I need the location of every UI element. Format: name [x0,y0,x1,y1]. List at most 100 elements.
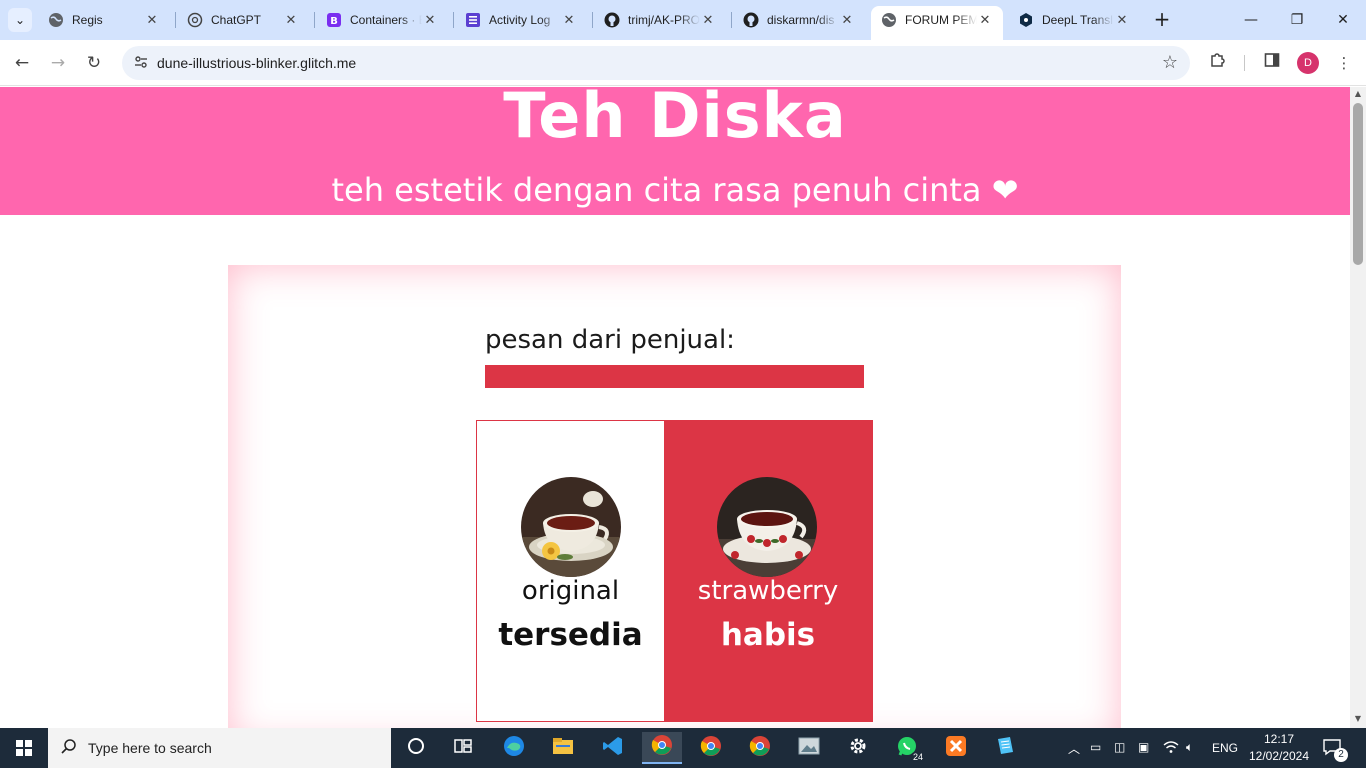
gear-icon [848,736,868,761]
clock-date: 12/02/2024 [1248,749,1310,763]
close-icon[interactable]: ✕ [1114,12,1130,28]
page-scrollbar[interactable]: ▲ ▼ [1350,87,1366,728]
tab-activity-log[interactable]: Activity Log ✕ [455,6,587,34]
notification-center-button[interactable]: 2 [1322,738,1348,762]
profile-avatar[interactable]: D [1297,52,1319,74]
product-name: original [521,576,620,606]
chevron-down-icon: ⌄ [14,13,26,27]
close-icon[interactable]: ✕ [700,12,716,28]
bookmark-star-icon[interactable]: ☆ [1162,52,1178,73]
notepad-app[interactable] [985,732,1025,764]
tab-title: Activity Log [489,13,551,27]
battery-icon[interactable]: ▭ [1090,740,1101,754]
deepl-icon [1018,12,1034,28]
scroll-up-icon[interactable]: ▲ [1350,89,1366,101]
product-status: tersedia [498,617,643,653]
github-icon [743,12,759,28]
tab-regis[interactable]: Regis ✕ [38,6,170,34]
side-panel-button[interactable] [1259,50,1285,76]
new-tab-button[interactable]: + [1150,8,1174,32]
tab-search-button[interactable]: ⌄ [8,8,32,32]
product-strawberry[interactable]: strawberry habis [664,421,872,721]
tab-deepl[interactable]: DeepL Transl ✕ [1008,6,1140,34]
menu-button[interactable]: ⋮ [1331,50,1357,76]
close-icon[interactable]: ✕ [422,12,438,28]
vscode-app[interactable] [593,732,633,764]
page-viewport: Teh Diska teh estetik dengan cita rasa p… [0,87,1350,728]
vscode-icon [602,735,624,762]
chrome-app-active[interactable] [642,732,682,764]
tab-github-ak-pro[interactable]: trimj/AK-PRO ✕ [594,6,726,34]
photos-app[interactable] [789,732,829,764]
close-icon[interactable]: ✕ [839,12,855,28]
page-title: Teh Diska [503,87,847,152]
product-name: strawberry [697,576,839,606]
windows-logo-icon [16,740,32,756]
list-icon [465,12,481,28]
chrome-profile-app-2[interactable] [740,732,780,764]
cortana-icon [407,737,425,760]
tab-chatgpt[interactable]: ChatGPT ✕ [177,6,309,34]
close-icon: ✕ [1337,12,1349,28]
browser-toolbar: ← → ↻ dune-illustrious-blinker.glitch.me… [0,40,1366,86]
close-icon[interactable]: ✕ [144,12,160,28]
whatsapp-app[interactable]: 24 [887,732,927,764]
tab-title: FORUM PEM [905,13,977,27]
settings-app[interactable] [838,732,878,764]
product-original[interactable]: original tersedia [477,421,664,721]
url-text[interactable]: dune-illustrious-blinker.glitch.me [157,55,356,71]
system-clock[interactable]: 12:17 12/02/2024 [1247,731,1311,765]
restore-button[interactable]: ❐ [1274,8,1320,32]
tab-forum-active[interactable]: FORUM PEM ✕ [871,6,1003,40]
xampp-app[interactable] [936,732,976,764]
close-icon[interactable]: ✕ [561,12,577,28]
address-bar[interactable]: dune-illustrious-blinker.glitch.me ☆ [122,46,1190,80]
extensions-button[interactable] [1205,50,1231,76]
tab-title: Containers · Bootstrap [350,13,422,27]
scroll-down-icon[interactable]: ▼ [1350,714,1366,726]
tab-title: ChatGPT [211,13,262,27]
start-button[interactable] [0,728,48,768]
task-view-button[interactable] [443,732,483,764]
tab-github-diskarmn[interactable]: diskarmn/dis ✕ [733,6,865,34]
product-status: habis [720,617,816,653]
edge-icon [503,735,525,762]
file-explorer-app[interactable] [543,732,583,764]
chrome-profile-app[interactable] [691,732,731,764]
arrow-left-icon: ← [14,53,30,73]
tab-title: diskarmn/dis [767,13,835,27]
content-card: pesan dari penjual: original tersedia st… [228,265,1121,728]
reload-button[interactable]: ↻ [80,49,108,77]
edge-app[interactable] [494,732,534,764]
restore-icon: ❐ [1290,12,1304,28]
chevron-up-icon[interactable]: ︿ [1068,740,1080,757]
minimize-button[interactable]: — [1228,8,1274,32]
page-tagline: teh estetik dengan cita rasa penuh cinta… [331,171,1019,209]
side-panel-icon [1264,53,1280,72]
tea-cup-flower-image [521,477,621,577]
webcam-icon[interactable]: ◫ [1114,740,1125,754]
forward-button[interactable]: → [44,49,72,77]
hero-banner: Teh Diska teh estetik dengan cita rasa p… [0,87,1350,215]
chrome-icon [749,735,771,762]
language-indicator[interactable]: ENG [1212,741,1238,755]
tab-title: DeepL Transl [1042,13,1113,27]
notepad-icon [994,735,1016,762]
plus-icon: + [1153,7,1171,31]
reload-icon: ↻ [86,53,102,73]
close-icon[interactable]: ✕ [977,12,993,28]
wifi-icon[interactable] [1163,740,1179,757]
back-button[interactable]: ← [8,49,36,77]
scroll-thumb[interactable] [1353,103,1363,265]
tab-containers[interactable]: B Containers · Bootstrap ✕ [316,6,448,34]
display-icon[interactable]: ▣ [1138,740,1149,754]
taskbar-search-box[interactable]: Type here to search [48,728,391,768]
site-settings-icon[interactable] [132,54,150,72]
close-icon[interactable]: ✕ [283,12,299,28]
close-window-button[interactable]: ✕ [1320,8,1366,32]
chrome-icon [700,735,722,762]
cortana-button[interactable] [396,732,436,764]
speaker-icon[interactable]: 🔈︎ [1186,740,1193,755]
github-icon [604,12,620,28]
xampp-icon [945,735,967,762]
